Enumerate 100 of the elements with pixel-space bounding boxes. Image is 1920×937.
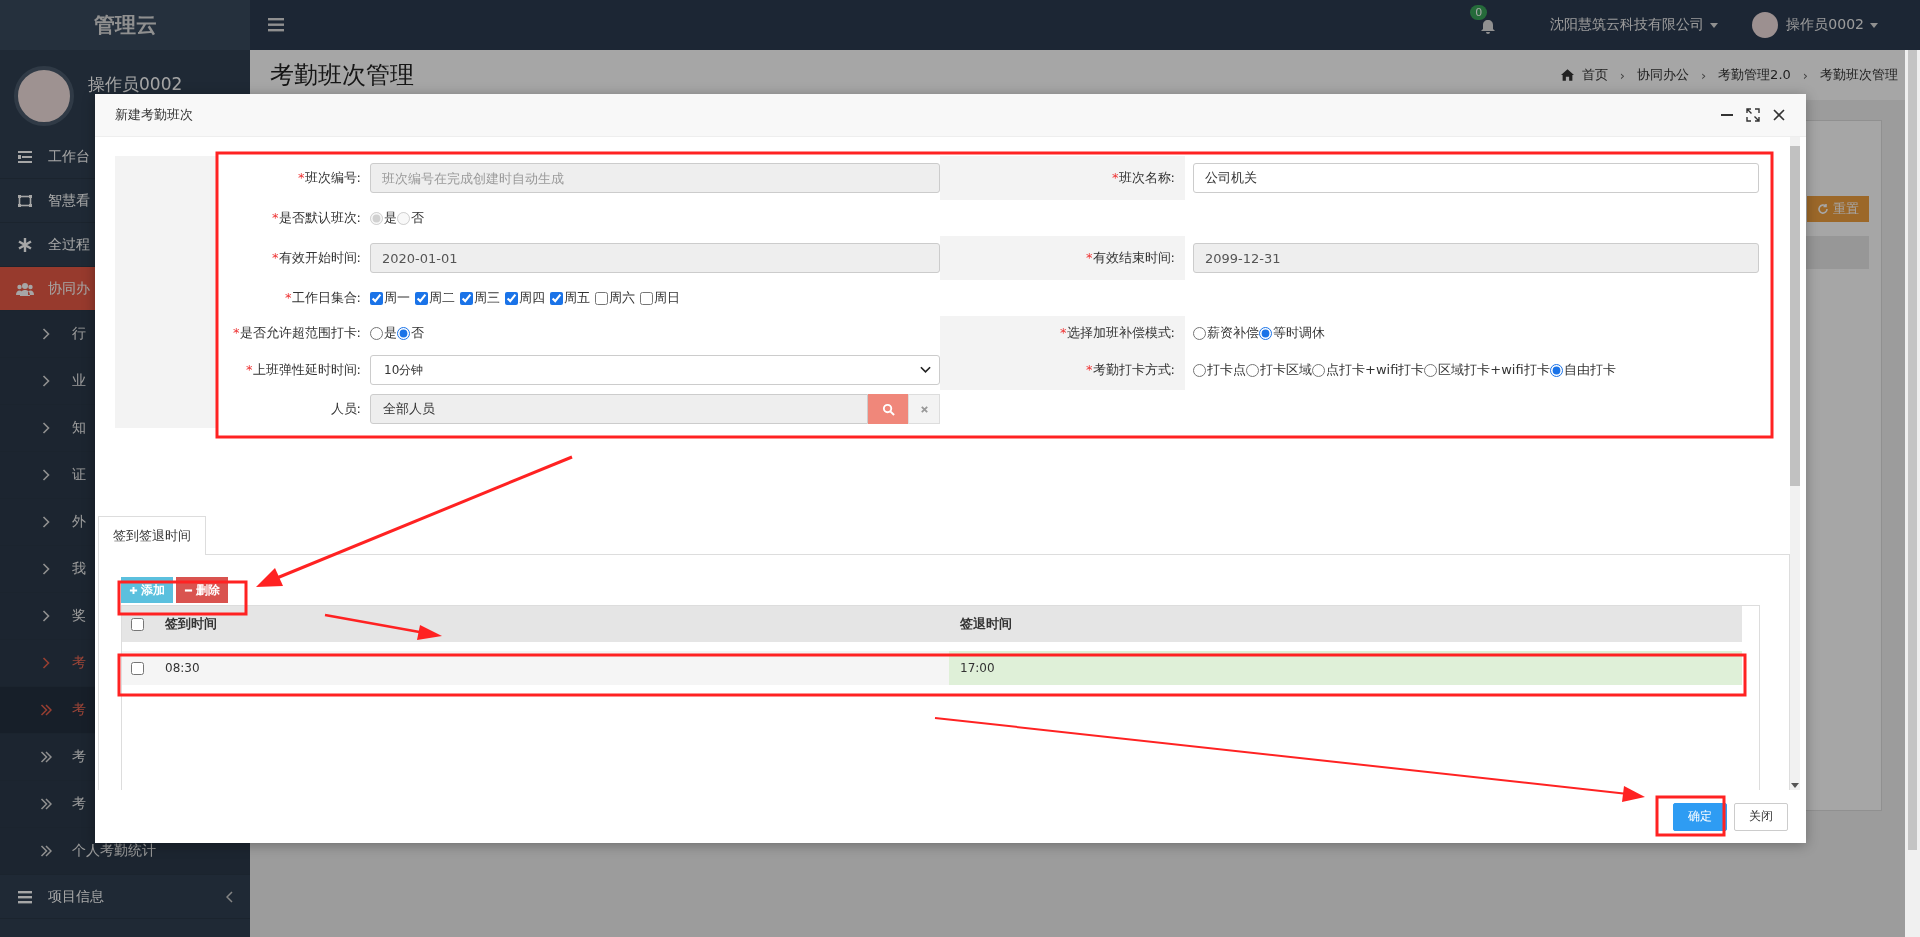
text-field: 班次编号在完成创建时自动生成 xyxy=(370,163,940,193)
caret-icon xyxy=(1710,22,1719,28)
select-field[interactable]: 10分钟 xyxy=(370,355,940,385)
scrollbar[interactable] xyxy=(1790,137,1800,790)
radio-button[interactable] xyxy=(1193,363,1206,377)
search-icon xyxy=(881,402,895,416)
plus-icon xyxy=(129,585,138,595)
chevron-icon xyxy=(920,366,931,374)
field-label: *工作日集合: xyxy=(285,289,361,307)
field-label: 人员: xyxy=(330,400,361,418)
option-label: 区域打卡+wifi打卡 xyxy=(1438,361,1550,379)
double-chevron-icon xyxy=(40,751,52,763)
menu-icon[interactable] xyxy=(268,18,284,32)
page-title: 考勤班次管理 xyxy=(270,60,414,91)
close-button[interactable]: 关闭 xyxy=(1734,802,1788,831)
table-cell: 17:00 xyxy=(949,651,1742,685)
double-chevron-icon xyxy=(40,798,52,810)
option-label: 周日 xyxy=(654,289,680,307)
scrollbar[interactable] xyxy=(1905,50,1920,937)
maximize-icon[interactable] xyxy=(1746,108,1760,122)
radio-button[interactable] xyxy=(397,326,410,340)
radio-button[interactable] xyxy=(1259,326,1272,340)
double-chevron-icon xyxy=(40,845,52,857)
scroll-down-icon[interactable] xyxy=(1791,783,1799,788)
chevron-icon xyxy=(40,422,52,434)
field-label: *选择加班补偿模式: xyxy=(1060,324,1175,342)
field-label: *班次名称: xyxy=(1112,169,1175,187)
radio-button[interactable] xyxy=(1193,326,1206,340)
text-field[interactable]: 公司机关 xyxy=(1193,163,1759,193)
option-label: 否 xyxy=(411,324,424,342)
breadcrumb-link[interactable]: 协同办公 xyxy=(1636,66,1689,84)
field-label: *是否默认班次: xyxy=(272,209,361,227)
checkbox[interactable] xyxy=(415,291,428,305)
option-label: 打卡点 xyxy=(1207,361,1246,379)
dialog-title: 新建考勤班次 xyxy=(115,106,193,124)
close-icon xyxy=(919,404,929,414)
annotation-frame xyxy=(1655,795,1726,837)
radio-button[interactable] xyxy=(370,326,383,340)
breadcrumb-separator: › xyxy=(1699,67,1708,83)
tab[interactable]: 签到签退时间 xyxy=(98,516,206,555)
option-label: 周二 xyxy=(429,289,455,307)
chevron-icon xyxy=(40,657,52,669)
text-field: 2020-01-01 xyxy=(370,243,940,273)
brand-title: 管理云 xyxy=(0,0,250,50)
chevron-icon xyxy=(40,610,52,622)
checkbox[interactable] xyxy=(595,291,608,305)
asterisk-icon xyxy=(16,236,34,253)
option-label: 自由打卡 xyxy=(1563,361,1616,379)
refresh-icon xyxy=(1817,203,1829,215)
breadcrumb-link[interactable]: 考勤管理2.0 xyxy=(1718,66,1791,84)
column-header: 签到时间 xyxy=(165,616,217,631)
field-label: *考勤打卡方式: xyxy=(1086,361,1175,379)
option-label: 周六 xyxy=(609,289,635,307)
option-label: 打卡区域 xyxy=(1260,361,1312,379)
breadcrumb-separator: › xyxy=(1618,67,1626,83)
field-label: *班次编号: xyxy=(298,169,361,187)
radio-button[interactable] xyxy=(1246,363,1259,377)
option-label: 点打卡+wifi打卡 xyxy=(1326,361,1425,379)
field-label: *有效结束时间: xyxy=(1086,249,1175,267)
breadcrumb-link[interactable]: 首页 xyxy=(1581,66,1608,84)
frame-icon xyxy=(16,192,34,209)
option-label: 薪资补偿 xyxy=(1207,324,1259,342)
avatar xyxy=(1752,12,1779,38)
double-chevron-icon xyxy=(40,704,52,716)
home-icon xyxy=(1560,69,1574,81)
chevron-icon xyxy=(226,890,234,903)
option-label: 等时调休 xyxy=(1273,324,1325,342)
option-label: 是 xyxy=(384,209,397,227)
radio-button[interactable] xyxy=(1424,363,1438,377)
checkbox[interactable] xyxy=(460,291,473,305)
column-header: 签退时间 xyxy=(960,616,1012,631)
user-dropdown[interactable]: 操作员0002 xyxy=(1786,16,1878,34)
checkbox[interactable] xyxy=(131,617,144,631)
option-label: 周一 xyxy=(384,289,410,307)
field-label: *有效开始时间: xyxy=(272,249,361,267)
chevron-icon xyxy=(40,469,52,481)
company-dropdown[interactable]: 沈阳慧筑云科技有限公司 xyxy=(1550,16,1719,34)
checkbox[interactable] xyxy=(640,291,653,305)
table-cell-text: 08:30 xyxy=(164,660,201,677)
user-name: 操作员0002 xyxy=(88,73,183,96)
bell-icon[interactable] xyxy=(1480,19,1497,35)
chevron-icon xyxy=(40,516,52,528)
search-button[interactable] xyxy=(868,394,908,424)
text-field: 2099-12-31 xyxy=(1193,243,1759,273)
option-label: 周三 xyxy=(474,289,500,307)
field-label: *是否允许超范围打卡: xyxy=(233,324,361,342)
option-label: 是 xyxy=(384,324,397,342)
people-field[interactable]: 全部人员 xyxy=(370,394,868,424)
checkbox[interactable] xyxy=(370,291,383,305)
option-label: 周五 xyxy=(564,289,590,307)
close-icon[interactable] xyxy=(1772,108,1786,122)
checkbox[interactable] xyxy=(131,661,144,675)
chevron-icon xyxy=(40,328,52,340)
menu-icon xyxy=(16,888,34,905)
radio-button[interactable] xyxy=(1312,363,1325,377)
checkbox[interactable] xyxy=(505,291,518,305)
option-label: 周四 xyxy=(519,289,545,307)
checkbox[interactable] xyxy=(550,291,563,305)
notification-badge: 0 xyxy=(1470,5,1488,20)
radio-button[interactable] xyxy=(1549,363,1563,377)
